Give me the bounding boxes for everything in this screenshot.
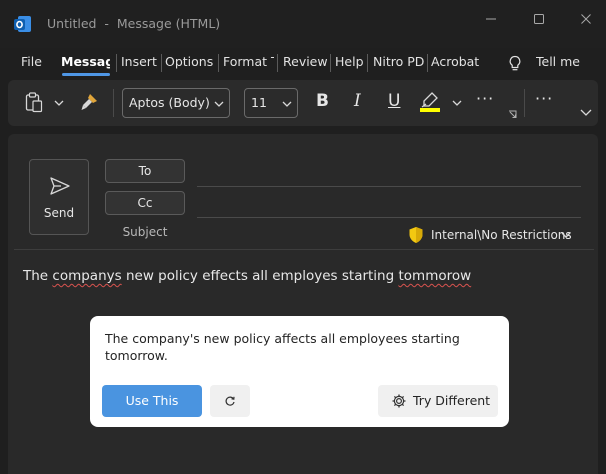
chevron-down-icon xyxy=(561,232,571,238)
highlight-color-chevron-icon[interactable] xyxy=(452,99,462,107)
subject-label: Subject xyxy=(122,225,168,239)
misspelled-word[interactable]: companys xyxy=(52,268,121,284)
tab-separator xyxy=(218,54,219,72)
minimize-button[interactable] xyxy=(481,12,501,32)
outlook-logo-icon xyxy=(14,16,31,32)
title-bar: Untitled - Message (HTML) xyxy=(0,0,606,48)
body-text-segment: The xyxy=(23,268,53,284)
rewrite-suggestion-card: The company's new policy affects all emp… xyxy=(90,316,509,427)
tab-review[interactable]: Review xyxy=(283,54,328,69)
maximize-button[interactable] xyxy=(529,12,549,32)
bold-button[interactable]: B xyxy=(316,91,329,111)
gear-icon xyxy=(392,394,406,408)
tab-separator xyxy=(367,54,368,72)
send-icon xyxy=(50,177,70,195)
shield-icon xyxy=(409,227,423,243)
maximize-icon xyxy=(534,14,544,24)
italic-button[interactable]: I xyxy=(354,91,361,111)
suggestion-text: The company's new policy affects all emp… xyxy=(105,331,460,363)
sensitivity-label-text: Internal\No Restrictions xyxy=(431,228,572,242)
close-button[interactable] xyxy=(576,12,596,32)
ribbon-collapse-chevron-icon[interactable] xyxy=(580,108,592,117)
tab-format-text[interactable]: Format T xyxy=(223,54,274,69)
tab-message[interactable]: Message xyxy=(61,54,110,69)
close-icon xyxy=(581,14,591,24)
tab-separator xyxy=(116,54,117,72)
regenerate-button[interactable] xyxy=(210,385,250,417)
tab-file[interactable]: File xyxy=(21,54,42,69)
more-commands-button[interactable]: ··· xyxy=(535,89,553,108)
title-type: Message (HTML) xyxy=(116,16,221,31)
ribbon-toolbar: Aptos (Body) 11 B I U ··· ··· xyxy=(8,80,598,126)
tab-separator xyxy=(427,54,428,72)
tab-separator xyxy=(330,54,331,72)
tab-acrobat[interactable]: Acrobat xyxy=(431,54,479,69)
toolbar-separator xyxy=(113,89,114,117)
minimize-icon xyxy=(486,18,496,20)
title-dash: - xyxy=(104,16,109,31)
to-field[interactable] xyxy=(197,186,581,187)
body-text-segment: new policy effects all employes starting xyxy=(121,268,399,284)
highlighter-icon[interactable] xyxy=(419,91,441,113)
underline-button[interactable]: U xyxy=(388,91,400,111)
to-button[interactable]: To xyxy=(105,159,185,183)
format-painter-icon[interactable] xyxy=(79,92,99,112)
toolbar-separator xyxy=(524,89,525,117)
chevron-down-icon xyxy=(282,101,292,107)
tab-nitro-pdf[interactable]: Nitro PD xyxy=(373,54,425,69)
lightbulb-icon[interactable] xyxy=(508,55,522,72)
window-title: Untitled - Message (HTML) xyxy=(47,16,220,31)
try-different-button[interactable]: Try Different xyxy=(378,385,498,417)
font-name-value: Aptos (Body) xyxy=(129,95,210,110)
active-tab-indicator xyxy=(62,73,110,76)
title-document: Untitled xyxy=(47,16,97,31)
cc-button[interactable]: Cc xyxy=(105,191,185,215)
tab-options[interactable]: Options xyxy=(165,54,213,69)
dialog-launcher-icon[interactable] xyxy=(508,110,517,119)
font-size-dropdown[interactable]: 11 xyxy=(244,88,298,118)
font-name-dropdown[interactable]: Aptos (Body) xyxy=(122,88,230,118)
send-label: Send xyxy=(43,206,75,220)
refresh-icon xyxy=(225,396,235,406)
more-font-options-button[interactable]: ··· xyxy=(476,89,494,108)
misspelled-word[interactable]: tommorow xyxy=(398,268,471,284)
clipboard-icon[interactable] xyxy=(25,92,43,113)
tab-insert[interactable]: Insert xyxy=(121,54,157,69)
try-different-label: Try Different xyxy=(413,393,491,408)
paste-options-chevron-icon[interactable] xyxy=(54,99,64,107)
compose-pane: Send To Cc Subject Internal\No Restricti… xyxy=(8,134,598,474)
send-button[interactable]: Send xyxy=(29,159,89,235)
chevron-down-icon xyxy=(214,101,224,107)
font-size-value: 11 xyxy=(251,95,267,110)
tab-separator xyxy=(277,54,278,72)
message-body[interactable]: The companys new policy effects all empl… xyxy=(23,268,471,284)
header-divider xyxy=(14,249,594,250)
cc-field[interactable] xyxy=(197,217,581,218)
tab-help[interactable]: Help xyxy=(335,54,364,69)
tab-separator xyxy=(161,54,162,72)
tell-me-search[interactable]: Tell me xyxy=(536,54,580,69)
use-this-button[interactable]: Use This xyxy=(102,385,202,417)
